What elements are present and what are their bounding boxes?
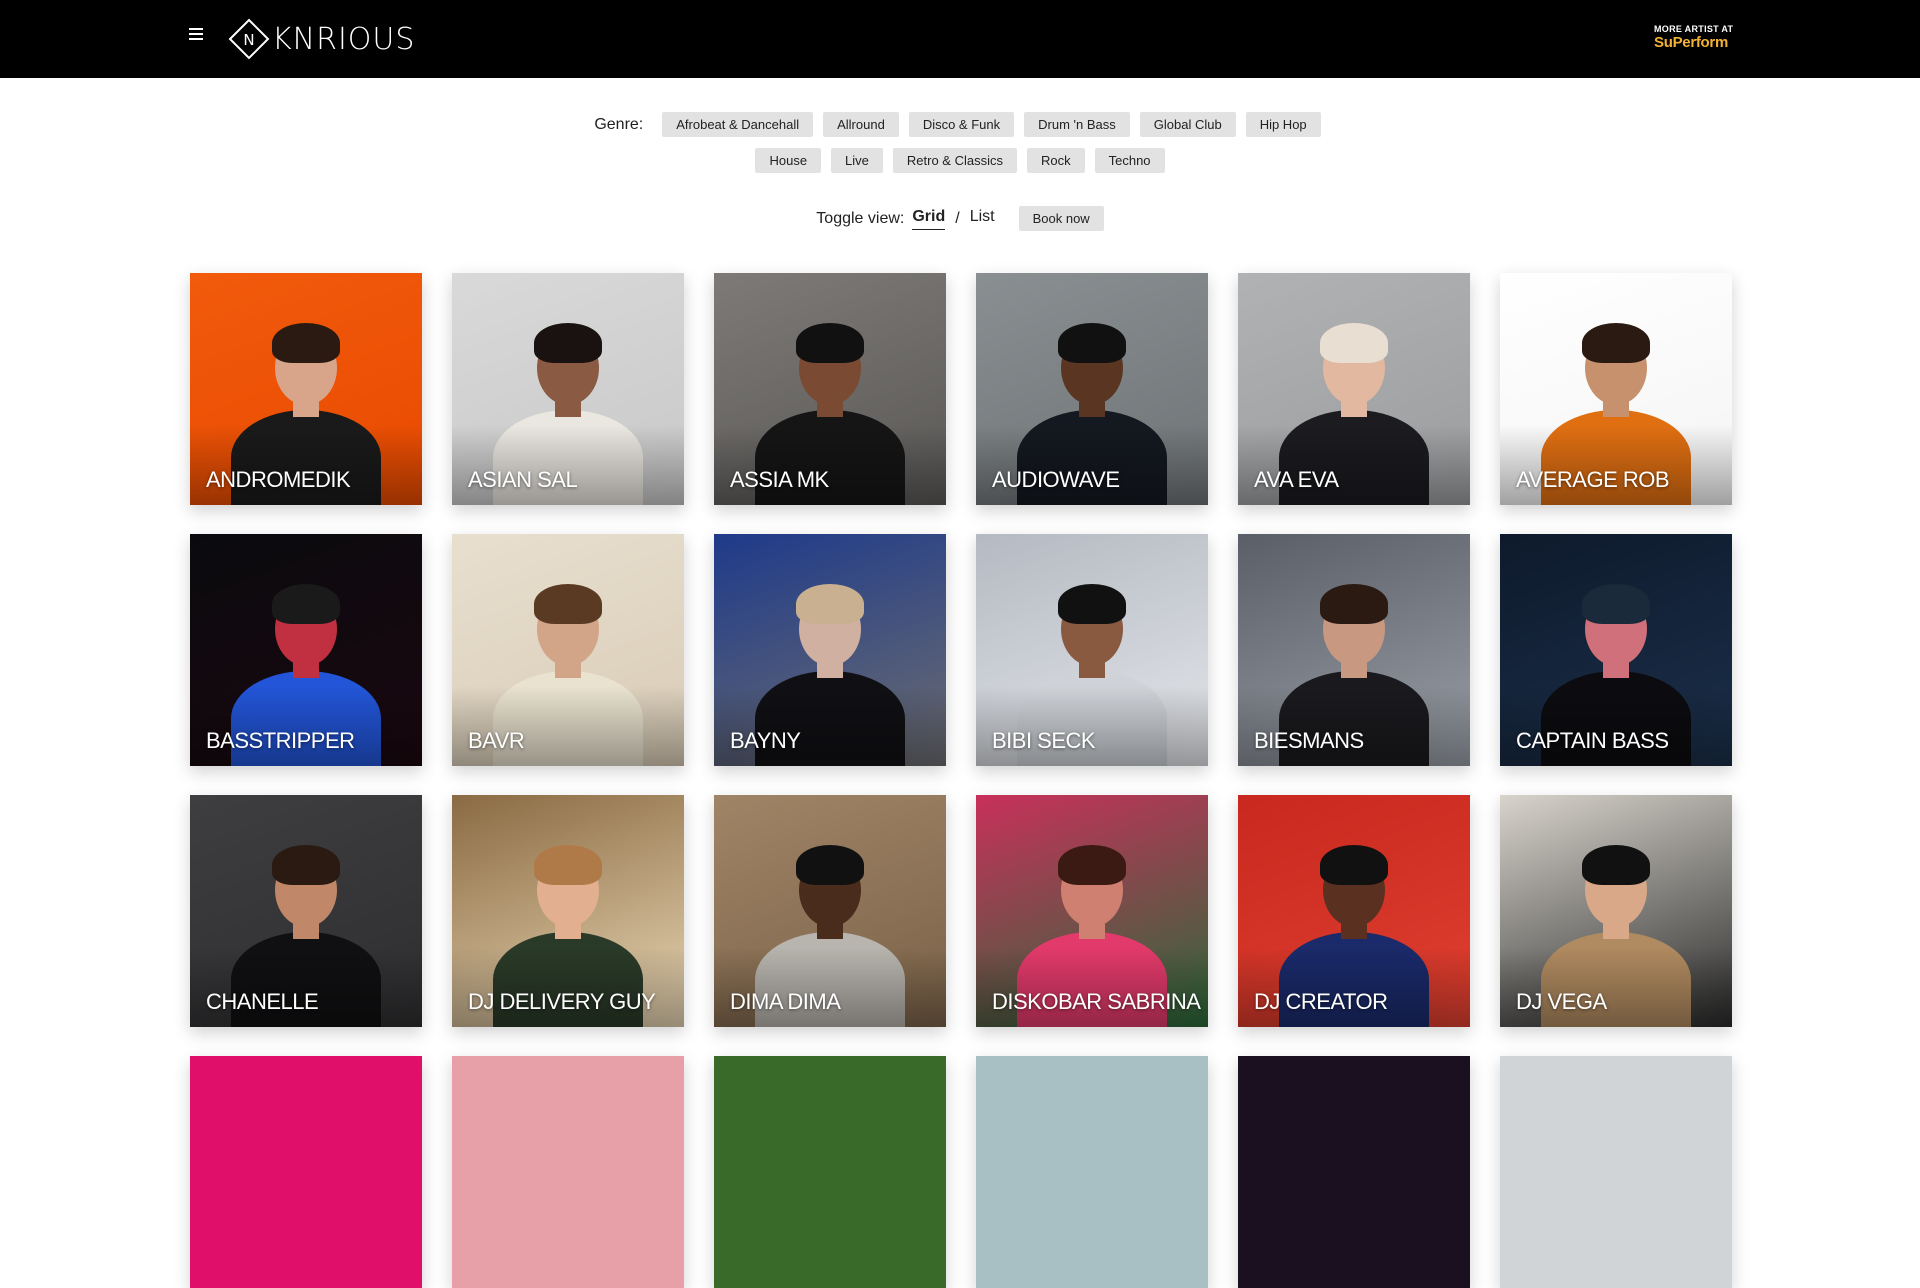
promo-brand: SuPerform: [1654, 34, 1728, 51]
artist-card[interactable]: [190, 1056, 422, 1288]
genre-chip[interactable]: Disco & Funk: [908, 112, 1015, 137]
artist-photo: [976, 1056, 1208, 1288]
logo-diamond-icon: N: [228, 18, 270, 60]
artist-name: AUDIOWAVE: [992, 467, 1120, 492]
artist-card[interactable]: CAPTAIN BASS: [1500, 534, 1732, 766]
genre-chip[interactable]: Retro & Classics: [892, 148, 1017, 173]
artist-card[interactable]: BIBI SECK: [976, 534, 1208, 766]
artist-name: DJ VEGA: [1516, 989, 1607, 1014]
genre-label: Genre:: [594, 115, 644, 133]
view-toggle: Toggle view: Grid / List Book now: [0, 206, 1920, 231]
artist-card[interactable]: BAYNY: [714, 534, 946, 766]
artist-grid: ANDROMEDIK ASIAN SAL ASSIA MK AUDIOWAVE AVA …: [190, 273, 1732, 1288]
artist-card[interactable]: [452, 1056, 684, 1288]
artist-name: AVERAGE ROB: [1516, 467, 1670, 492]
artist-photo: [190, 1056, 422, 1288]
artist-photo: [1238, 1056, 1470, 1288]
artist-name: BIESMANS: [1254, 728, 1364, 753]
artist-photo: [714, 1056, 946, 1288]
artist-name: CAPTAIN BASS: [1516, 728, 1669, 753]
genre-filter-row-2: House Live Retro & Classics Rock Techno: [0, 148, 1920, 173]
genre-chip[interactable]: Drum 'n Bass: [1024, 112, 1130, 137]
logo-text: KNRIOUS: [272, 21, 416, 57]
genre-chip[interactable]: Hip Hop: [1245, 112, 1321, 137]
artist-name: BASSTRIPPER: [206, 728, 355, 753]
artist-name: ANDROMEDIK: [206, 467, 351, 492]
toggle-view-label: Toggle view:: [816, 209, 905, 227]
svg-text:N: N: [243, 31, 254, 49]
book-now-button[interactable]: Book now: [1018, 206, 1104, 231]
genre-chip[interactable]: Live: [831, 148, 883, 173]
artist-card[interactable]: BASSTRIPPER: [190, 534, 422, 766]
top-navigation-bar: N KNRIOUS MORE ARTIST AT SuPerform: [0, 0, 1920, 78]
genre-chip[interactable]: Rock: [1026, 148, 1085, 173]
artist-card[interactable]: [1238, 1056, 1470, 1288]
artist-name: DIMA DIMA: [730, 989, 841, 1014]
artist-name: DISKOBAR SABRINA: [992, 989, 1201, 1014]
genre-chip[interactable]: House: [755, 148, 822, 173]
artist-card[interactable]: [714, 1056, 946, 1288]
artist-card[interactable]: AVA EVA: [1238, 273, 1470, 505]
grid-view-option[interactable]: Grid: [912, 208, 946, 230]
artist-name: BAVR: [468, 728, 525, 753]
artist-card[interactable]: [1500, 1056, 1732, 1288]
artist-card[interactable]: AUDIOWAVE: [976, 273, 1208, 505]
artist-card[interactable]: DJ DELIVERY GUY: [452, 795, 684, 1027]
artist-card[interactable]: ANDROMEDIK: [190, 273, 422, 505]
genre-filter-row-1: Genre: Afrobeat & Dancehall Allround Disco…: [0, 112, 1920, 137]
artist-name: AVA EVA: [1254, 467, 1339, 492]
artist-card[interactable]: CHANELLE: [190, 795, 422, 1027]
artist-card[interactable]: BIESMANS: [1238, 534, 1470, 766]
artist-photo: [1500, 1056, 1732, 1288]
artist-name: DJ CREATOR: [1254, 989, 1388, 1014]
artist-name: BIBI SECK: [992, 728, 1096, 753]
artist-card[interactable]: DJ VEGA: [1500, 795, 1732, 1027]
genre-chip[interactable]: Global Club: [1139, 112, 1236, 137]
list-view-option[interactable]: List: [970, 208, 995, 229]
artist-card[interactable]: DISKOBAR SABRINA: [976, 795, 1208, 1027]
artist-card[interactable]: AVERAGE ROB: [1500, 273, 1732, 505]
artist-card[interactable]: DIMA DIMA: [714, 795, 946, 1027]
artist-name: DJ DELIVERY GUY: [468, 989, 656, 1014]
artist-card[interactable]: BAVR: [452, 534, 684, 766]
artist-card[interactable]: ASSIA MK: [714, 273, 946, 505]
artist-name: ASSIA MK: [730, 467, 829, 492]
artist-card[interactable]: ASIAN SAL: [452, 273, 684, 505]
artist-name: ASIAN SAL: [468, 467, 578, 492]
artist-name: CHANELLE: [206, 989, 319, 1014]
artist-card[interactable]: DJ CREATOR: [1238, 795, 1470, 1027]
genre-chip[interactable]: Techno: [1094, 148, 1165, 173]
superform-promo-link[interactable]: MORE ARTIST AT SuPerform: [1654, 24, 1733, 51]
site-logo[interactable]: N KNRIOUS: [228, 16, 415, 62]
toggle-separator: /: [955, 209, 960, 227]
artist-name: BAYNY: [730, 728, 801, 753]
artist-card[interactable]: [976, 1056, 1208, 1288]
genre-chip[interactable]: Afrobeat & Dancehall: [662, 112, 814, 137]
genre-chip[interactable]: Allround: [823, 112, 899, 137]
artist-photo: [452, 1056, 684, 1288]
menu-icon[interactable]: [189, 28, 203, 40]
